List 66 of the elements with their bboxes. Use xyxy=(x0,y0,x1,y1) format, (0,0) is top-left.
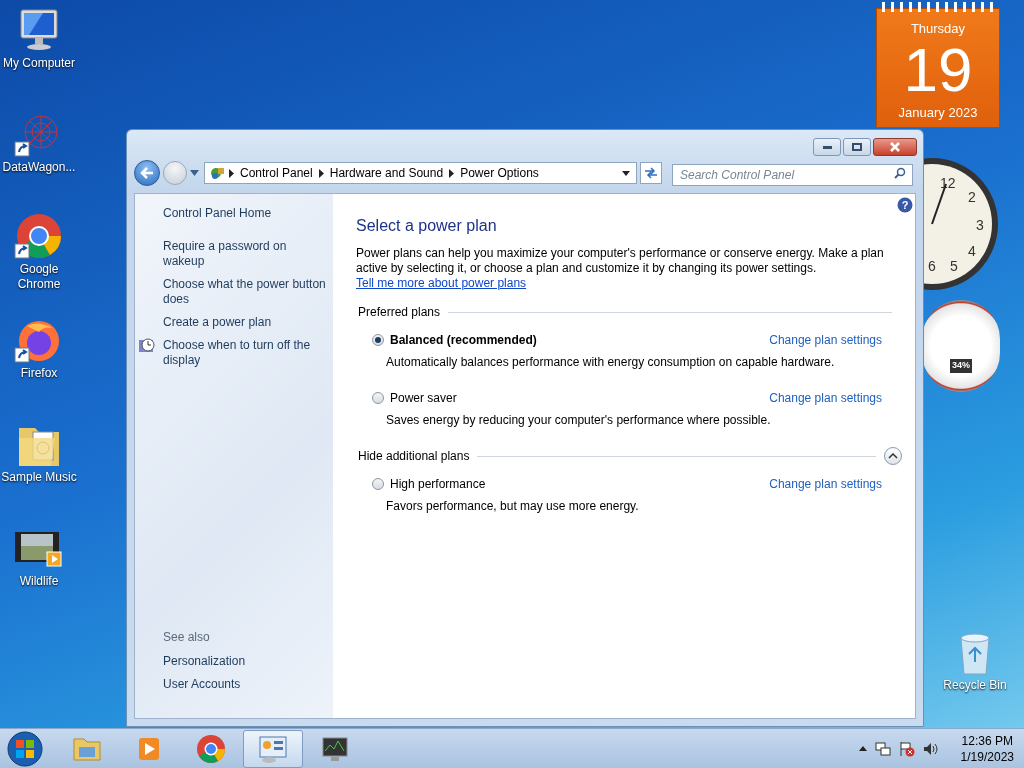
close-button[interactable] xyxy=(873,138,917,156)
chevron-up-icon xyxy=(888,453,898,459)
desktop-icon-label[interactable]: Wildlife xyxy=(19,574,59,589)
desktop-icon-label[interactable]: Google Chrome xyxy=(0,262,78,292)
desktop-icon-label[interactable]: DataWagon... xyxy=(2,160,76,175)
calendar-weekday: Thursday xyxy=(910,20,966,38)
dropdown-arrow-icon[interactable] xyxy=(622,170,630,176)
section-heading: Hide additional plans xyxy=(358,448,470,465)
maximize-button[interactable] xyxy=(843,138,871,156)
help-icon[interactable]: ? xyxy=(897,197,913,213)
show-hidden-icons-icon[interactable] xyxy=(858,746,867,751)
sidebar-link[interactable]: Personalization xyxy=(135,654,333,669)
section-heading: Preferred plans xyxy=(358,304,441,321)
taskbar-clock[interactable]: 12:36 PM 1/19/2023 xyxy=(960,732,1014,765)
breadcrumb[interactable]: Power Options xyxy=(460,164,539,182)
radio-button[interactable] xyxy=(372,334,384,346)
address-bar[interactable]: Control Panel Hardware and Sound Power Options xyxy=(204,162,637,184)
network-icon[interactable] xyxy=(874,740,891,757)
sidebar-link[interactable]: Control Panel Home xyxy=(135,206,333,221)
history-dropdown-icon[interactable] xyxy=(190,170,199,176)
start-button[interactable] xyxy=(5,728,45,768)
help-link[interactable]: Tell me more about power plans xyxy=(356,276,527,290)
change-plan-settings-link[interactable]: Change plan settings xyxy=(769,475,882,493)
plan-description: Favors performance, but may use more energy. xyxy=(385,498,640,515)
taskbar-button[interactable] xyxy=(243,729,303,768)
close-icon xyxy=(889,142,901,152)
search-field[interactable]: Search Control Panel xyxy=(672,164,913,186)
radio-button[interactable] xyxy=(372,478,384,490)
calendar-month-year: January 2023 xyxy=(898,103,978,122)
breadcrumb[interactable]: Hardware and Sound xyxy=(329,164,444,182)
desktop-icon-label[interactable]: Firefox xyxy=(20,366,58,381)
radio-button[interactable] xyxy=(372,392,384,404)
meter-reading: 34% xyxy=(950,359,972,373)
plan-name[interactable]: High performance xyxy=(390,475,770,493)
sidebar-link[interactable]: Choose when to turn off the display xyxy=(163,338,329,368)
sidebar-link[interactable]: Create a power plan xyxy=(163,315,329,330)
desktop-icon-label[interactable]: My Computer xyxy=(3,56,75,71)
refresh-button[interactable] xyxy=(640,162,662,184)
breadcrumb[interactable]: Control Panel xyxy=(240,164,313,182)
chevron-right-icon xyxy=(318,168,324,178)
refresh-icon xyxy=(644,167,658,179)
sidebar-link[interactable]: Require a password on wakeup xyxy=(163,239,329,269)
see-also-heading: See also xyxy=(162,629,211,646)
page-title: Select a power plan xyxy=(356,216,498,236)
plan-name[interactable]: Power saver xyxy=(390,389,770,407)
plan-name[interactable]: Balanced (recommended) xyxy=(390,331,770,349)
search-icon xyxy=(894,167,906,179)
action-center-flag-icon[interactable] xyxy=(898,740,915,757)
plan-description: Automatically balances performance with energy consumption on capable hardware. xyxy=(385,354,836,371)
minimize-button[interactable] xyxy=(813,138,841,156)
sidebar-link[interactable]: User Accounts xyxy=(135,677,333,692)
change-plan-settings-link[interactable]: Change plan settings xyxy=(769,331,882,349)
plan-description: Saves energy by reducing your computer's performance where possible. xyxy=(385,412,772,429)
calendar-day: 19 xyxy=(903,38,973,101)
desktop-icon-label[interactable]: Sample Music xyxy=(1,470,77,485)
chevron-right-icon xyxy=(449,168,455,178)
chevron-right-icon xyxy=(229,168,234,178)
sidebar-link[interactable]: Choose what the power button does xyxy=(163,277,329,307)
clock-icon xyxy=(139,338,155,354)
control-panel-icon xyxy=(209,165,225,181)
change-plan-settings-link[interactable]: Change plan settings xyxy=(769,389,882,407)
collapse-button[interactable] xyxy=(884,447,902,465)
chrome-icon xyxy=(195,732,227,765)
back-arrow-icon xyxy=(140,167,154,179)
back-button[interactable] xyxy=(134,160,160,186)
description-text: Power plans can help you maximize your computer's performance or conserve energy. Make a plan active by selecting it, or choose a plan and customize it by changing its power settings. Tell me more about power plans xyxy=(356,246,885,291)
